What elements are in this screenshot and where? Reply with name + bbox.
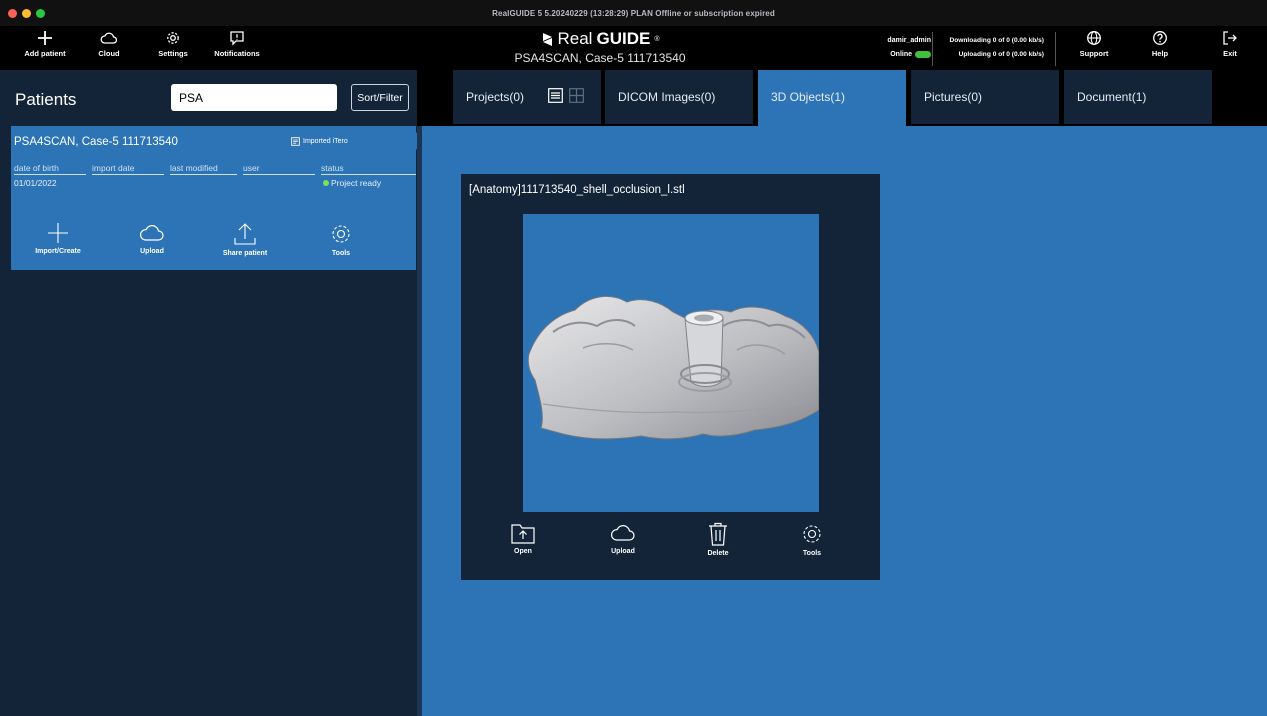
delete-label: Delete	[707, 550, 729, 557]
realguide-logo-icon	[542, 32, 552, 46]
patient-name: PSA4SCAN, Case-5 111713540	[14, 136, 178, 148]
help-label: Help	[1151, 49, 1169, 58]
tools-label: Tools	[802, 550, 822, 557]
globe-icon	[1087, 31, 1101, 45]
exit-label: Exit	[1223, 49, 1237, 58]
open-label: Open	[514, 548, 532, 555]
patient-tools-button[interactable]: Tools	[301, 222, 381, 257]
gear-icon	[167, 32, 179, 44]
window-title: RealGUIDE 5 5.20240229 (13:28:29) PLAN O…	[492, 9, 775, 18]
help-icon	[1153, 31, 1167, 45]
brand-light-text: Real	[557, 29, 593, 48]
cloud-icon	[611, 525, 635, 541]
exit-icon	[1223, 31, 1237, 45]
tab-bar: Projects(0) DICOM Images(0) 3D Objects(1…	[422, 70, 1267, 126]
tab-3d-objects[interactable]: 3D Objects(1)	[758, 70, 906, 126]
exit-button[interactable]: Exit	[1195, 30, 1265, 58]
col-user: user	[243, 163, 315, 175]
delete-object-button[interactable]: Delete	[688, 522, 748, 557]
tools-label: Tools	[331, 250, 351, 257]
open-object-button[interactable]: Open	[493, 522, 553, 555]
patients-panel: Patients Sort/Filter PSA4SCAN, Case-5 11…	[0, 70, 417, 716]
help-button[interactable]: Help	[1125, 30, 1195, 58]
username: damir_admin	[887, 37, 931, 44]
imported-badge: Imported iTero	[291, 137, 348, 146]
share-patient-label: Share patient	[222, 250, 268, 257]
dental-model-image	[527, 295, 819, 440]
divider	[932, 32, 933, 66]
settings-button[interactable]: Settings	[138, 30, 208, 58]
uploading-status: Uploading 0 of 0 (0.00 kb/s)	[958, 51, 1044, 58]
list-view-icon[interactable]	[548, 88, 563, 103]
plus-icon	[38, 31, 52, 45]
online-status: Online	[887, 48, 931, 62]
col-date-of-birth: date of birth	[14, 163, 86, 175]
upload-object-button[interactable]: Upload	[593, 522, 653, 555]
upload-patient-button[interactable]: Upload	[112, 222, 192, 255]
patients-header: Patients Sort/Filter	[0, 70, 417, 124]
cloud-icon	[100, 32, 118, 44]
user-status: damir_admin Online	[887, 34, 931, 62]
add-patient-label: Add patient	[24, 49, 66, 58]
cloud-label: Cloud	[98, 49, 120, 58]
grid-view-icon[interactable]	[569, 88, 584, 103]
cloud-icon	[140, 225, 164, 241]
online-label: Online	[890, 51, 912, 58]
document-icon	[291, 137, 300, 146]
upload-label: Upload	[611, 548, 635, 555]
brand-block: Real GUIDE ® PSA4SCAN, Case-5 111713540	[450, 29, 750, 65]
patient-status: Project ready	[323, 178, 381, 188]
import-create-label: Import/Create	[35, 248, 81, 255]
object-thumbnail[interactable]	[523, 214, 819, 512]
plus-icon	[48, 223, 68, 243]
tab-document[interactable]: Document(1)	[1064, 70, 1212, 124]
notifications-button[interactable]: Notifications	[202, 30, 272, 58]
patients-title: Patients	[15, 90, 77, 109]
sort-filter-button[interactable]: Sort/Filter	[351, 84, 409, 111]
tab-pictures[interactable]: Pictures(0)	[911, 70, 1059, 124]
open-folder-icon	[511, 524, 535, 544]
share-patient-button[interactable]: Share patient	[205, 222, 285, 257]
tab-projects-label: Projects(0)	[466, 90, 525, 104]
object-title: [Anatomy]111713540_shell_occlusion_l.stl	[469, 184, 685, 196]
status-text: Project ready	[331, 178, 382, 188]
col-last-modified: last modified	[170, 163, 237, 175]
gear-icon	[332, 225, 350, 243]
tab-dicom-images[interactable]: DICOM Images(0)	[605, 70, 753, 124]
gear-icon	[803, 525, 821, 543]
current-case-title: PSA4SCAN, Case-5 111713540	[514, 51, 686, 65]
downloading-status: Downloading 0 of 0 (0.00 kb/s)	[949, 37, 1044, 44]
support-label: Support	[1079, 49, 1109, 58]
notifications-label: Notifications	[214, 49, 260, 58]
settings-label: Settings	[158, 49, 188, 58]
window-titlebar: RealGUIDE 5 5.20240229 (13:28:29) PLAN O…	[0, 0, 1267, 26]
support-button[interactable]: Support	[1059, 30, 1129, 58]
add-patient-button[interactable]: Add patient	[10, 30, 80, 58]
status-dot	[323, 180, 329, 186]
patient-search-input[interactable]	[171, 84, 337, 111]
col-import-date: import date	[92, 163, 164, 175]
tab-projects[interactable]: Projects(0)	[453, 70, 601, 124]
cloud-button[interactable]: Cloud	[74, 30, 144, 58]
notification-icon	[230, 31, 244, 46]
online-indicator	[915, 50, 931, 58]
view-toggle	[548, 88, 584, 103]
col-status: status	[321, 163, 416, 175]
object-tools-button[interactable]: Tools	[782, 522, 842, 557]
trash-icon	[709, 522, 727, 546]
imported-label: Imported iTero	[303, 138, 348, 145]
upload-label: Upload	[140, 248, 164, 255]
patient-dob: 01/01/2022	[14, 178, 57, 188]
patient-card[interactable]: PSA4SCAN, Case-5 111713540 Imported iTer…	[11, 126, 416, 270]
share-icon	[234, 223, 256, 245]
app-toolbar: Add patient Cloud Settings Notifications…	[0, 26, 1267, 70]
import-create-button[interactable]: Import/Create	[18, 222, 98, 255]
object-card[interactable]: [Anatomy]111713540_shell_occlusion_l.stl	[461, 174, 880, 580]
transfer-status: Downloading 0 of 0 (0.00 kb/s) Uploading…	[940, 34, 1044, 62]
brand-bold-text: GUIDE	[596, 29, 651, 48]
divider	[1055, 32, 1056, 66]
realguide-logo: Real GUIDE ®	[450, 29, 750, 49]
